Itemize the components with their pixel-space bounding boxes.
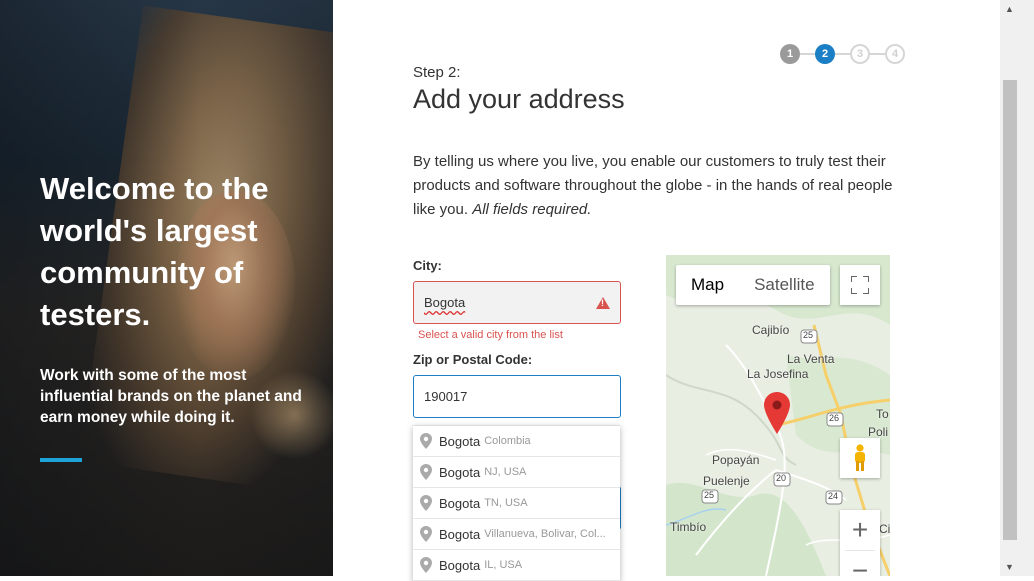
map-type-control: Map Satellite [676, 265, 830, 305]
map-pin-icon [420, 526, 432, 542]
route-shield-label: 25 [803, 330, 814, 340]
autocomplete-item[interactable]: Bogota NJ, USA [413, 457, 620, 488]
map-pin-icon [420, 557, 432, 573]
city-input[interactable]: Bogota [413, 281, 621, 324]
map-label-cajibio: Cajibío [752, 323, 790, 337]
progress-connector [800, 53, 815, 55]
scrollbar-thumb[interactable] [1003, 80, 1017, 540]
zip-input[interactable]: 190017 [413, 375, 621, 418]
route-shield-label: 24 [828, 491, 839, 501]
hero-accent-bar [40, 458, 82, 462]
progress-step-3: 3 [850, 44, 870, 64]
zip-label: Zip or Postal Code: [413, 352, 533, 367]
fullscreen-icon [851, 276, 869, 294]
autocomplete-main: Bogota [439, 464, 481, 480]
route-shield-label: 26 [829, 413, 840, 423]
autocomplete-secondary: NJ, USA [484, 466, 527, 478]
autocomplete-main: Bogota [439, 433, 481, 449]
progress-stepper: 1 2 3 4 [780, 44, 905, 64]
progress-step-1: 1 [780, 44, 800, 64]
hero-subtitle: Work with some of the most influential b… [40, 367, 302, 426]
warning-icon [596, 296, 610, 309]
autocomplete-secondary: TN, USA [484, 497, 528, 509]
autocomplete-secondary: Colombia [484, 435, 531, 447]
route-shield-label: 25 [704, 490, 715, 500]
autocomplete-main: Bogota [439, 495, 481, 511]
pegman-icon [855, 444, 865, 471]
autocomplete-item[interactable]: Bogota IL, USA [413, 550, 620, 581]
location-map[interactable]: 25 26 20 25 24 Cajibío La Venta La Josef… [666, 255, 890, 576]
hero-panel: Welcome to the world's largest community… [0, 0, 333, 576]
scroll-up-arrow-icon[interactable]: ▲ [1005, 4, 1014, 14]
step-label: Step 2: [413, 64, 461, 81]
zoom-out-button[interactable]: − [840, 551, 880, 576]
autocomplete-secondary: Villanueva, Bolivar, Col... [484, 528, 606, 540]
city-error-message: Select a valid city from the list [418, 329, 563, 341]
map-label-la-josefina: La Josefina [747, 367, 809, 381]
page-title: Add your address [413, 84, 625, 114]
zip-input-value: 190017 [424, 389, 468, 404]
autocomplete-item[interactable]: Bogota Villanueva, Bolivar, Col... [413, 519, 620, 550]
map-pin-icon [420, 495, 432, 511]
map-label-to: To [876, 407, 889, 421]
map-pin-icon [420, 433, 432, 449]
map-type-map-button[interactable]: Map [676, 265, 739, 305]
street-view-button[interactable] [840, 438, 880, 478]
autocomplete-item[interactable]: Bogota TN, USA [413, 488, 620, 519]
autocomplete-secondary: IL, USA [484, 559, 523, 571]
intro-text: By telling us where you live, you enable… [413, 150, 893, 222]
autocomplete-main: Bogota [439, 557, 481, 573]
map-label-poli: Poli [868, 425, 889, 439]
intro-emphasis: All fields required. [472, 201, 592, 218]
hero-title: Welcome to the world's largest community… [40, 171, 269, 332]
progress-connector [835, 53, 850, 55]
fullscreen-button[interactable] [840, 265, 880, 305]
map-label-la-venta: La Venta [787, 352, 835, 366]
zoom-control: + − [840, 510, 880, 576]
map-label-popayan: Popayán [712, 453, 760, 467]
map-label-ci: Ci [879, 522, 890, 536]
autocomplete-main: Bogota [439, 526, 481, 542]
map-label-timbio: Timbío [670, 520, 707, 534]
progress-step-2: 2 [815, 44, 835, 64]
city-autocomplete-list: Bogota Colombia Bogota NJ, USA Bogota TN… [413, 425, 620, 581]
zoom-in-button[interactable]: + [840, 510, 880, 550]
autocomplete-item[interactable]: Bogota Colombia [413, 426, 620, 457]
map-pin-icon [420, 464, 432, 480]
city-label: City: [413, 258, 442, 273]
progress-step-4: 4 [885, 44, 905, 64]
map-type-satellite-button[interactable]: Satellite [739, 265, 829, 305]
progress-connector [870, 53, 885, 55]
scroll-down-arrow-icon[interactable]: ▼ [1005, 562, 1014, 572]
city-input-value: Bogota [424, 295, 466, 310]
route-shield-label: 20 [776, 473, 787, 483]
map-label-puelenje: Puelenje [703, 474, 750, 488]
map-marker-icon[interactable] [764, 392, 790, 434]
